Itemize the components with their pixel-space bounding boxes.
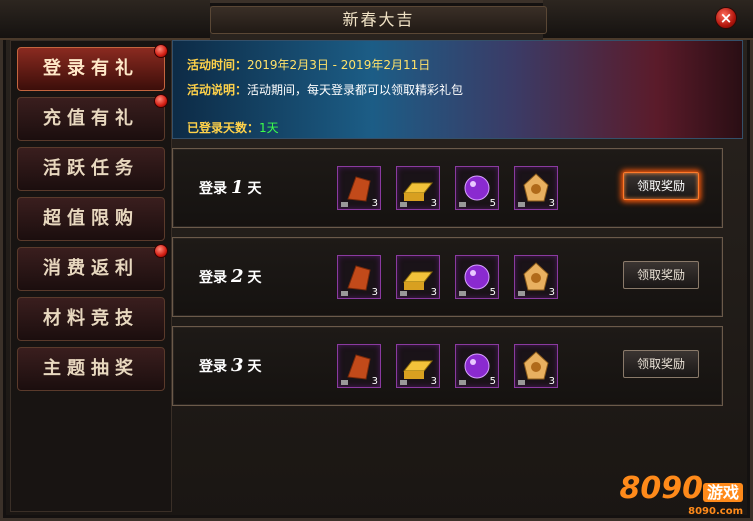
sidebar-item-login-gift[interactable]: 登录有礼 xyxy=(17,44,168,91)
purple-orb-icon[interactable]: 5 xyxy=(455,255,499,299)
event-description: 活动说明：活动期间，每天登录都可以领取精彩礼包 xyxy=(187,83,464,97)
armor-shard-icon[interactable]: 3 xyxy=(337,166,381,210)
sidebar-item-material-contest[interactable]: 材料竞技 xyxy=(17,297,165,341)
title-ornament-left xyxy=(0,0,210,40)
event-time: 活动时间：2019年2月3日 - 2019年2月11日 xyxy=(187,58,431,72)
window-title: 新春大吉 xyxy=(210,6,547,34)
event-banner: 活动时间：2019年2月3日 - 2019年2月11日 活动说明：活动期间，每天… xyxy=(172,40,743,139)
sidebar-item-active-tasks[interactable]: 活跃任务 xyxy=(17,147,165,191)
token-icon[interactable]: 3 xyxy=(514,166,558,210)
claim-reward-button[interactable]: 领取奖励 xyxy=(623,172,699,200)
purple-orb-icon[interactable]: 5 xyxy=(455,344,499,388)
reward-day-label: 登录 3 天 xyxy=(199,355,262,376)
sidebar-item-limited-purchase[interactable]: 超值限购 xyxy=(17,197,165,241)
reward-row-day-3: 登录 3 天 3 3 5 3 领取奖励 xyxy=(172,326,723,406)
notification-badge xyxy=(154,94,168,108)
notification-badge xyxy=(154,244,168,258)
token-icon[interactable]: 3 xyxy=(514,255,558,299)
game-window: 新春大吉 × 登录有礼 充值有礼 活跃任务 超值限购 消费返利 材料竞技 主题抽… xyxy=(0,0,753,521)
login-days: 已登录天数：1天 xyxy=(187,121,279,135)
sidebar-item-spend-rebate[interactable]: 消费返利 xyxy=(17,244,168,291)
notification-badge xyxy=(154,44,168,58)
reward-day-label: 登录 1 天 xyxy=(199,177,262,198)
reward-row-day-1: 登录 1 天 3 3 5 3 领取奖励 xyxy=(172,148,723,228)
token-icon[interactable]: 3 xyxy=(514,344,558,388)
armor-shard-icon[interactable]: 3 xyxy=(337,255,381,299)
reward-day-label: 登录 2 天 xyxy=(199,266,262,287)
gold-bar-icon[interactable]: 3 xyxy=(396,255,440,299)
armor-shard-icon[interactable]: 3 xyxy=(337,344,381,388)
sidebar: 登录有礼 充值有礼 活跃任务 超值限购 消费返利 材料竞技 主题抽奖 xyxy=(10,40,172,512)
purple-orb-icon[interactable]: 5 xyxy=(455,166,499,210)
claim-reward-button[interactable]: 领取奖励 xyxy=(623,261,699,289)
close-icon[interactable]: × xyxy=(715,7,737,29)
sidebar-item-theme-lottery[interactable]: 主题抽奖 xyxy=(17,347,165,391)
reward-row-day-2: 登录 2 天 3 3 5 3 领取奖励 xyxy=(172,237,723,317)
sidebar-item-recharge-gift[interactable]: 充值有礼 xyxy=(17,94,168,141)
gold-bar-icon[interactable]: 3 xyxy=(396,344,440,388)
gold-bar-icon[interactable]: 3 xyxy=(396,166,440,210)
site-watermark-logo: 8090 游戏 8090.com xyxy=(619,471,743,517)
claim-reward-button[interactable]: 领取奖励 xyxy=(623,350,699,378)
